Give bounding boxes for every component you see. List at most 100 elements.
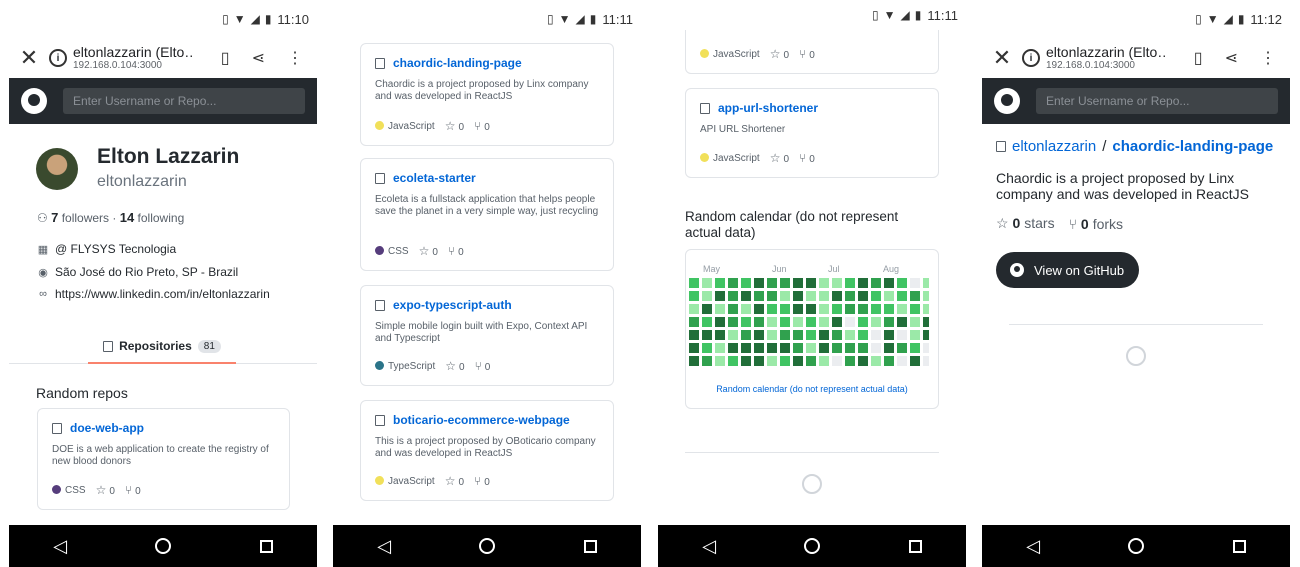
calendar-day-cell <box>897 291 907 301</box>
back-icon[interactable]: ◁ <box>702 536 716 557</box>
calendar-day-cell <box>728 317 738 327</box>
wifi-icon: ▼ <box>558 12 571 26</box>
calendar-day-cell <box>806 317 816 327</box>
breadcrumb-repo[interactable]: chaordic-landing-page <box>1112 138 1273 155</box>
repo-name[interactable]: ecoleta-starter <box>393 171 476 185</box>
recents-icon[interactable] <box>259 539 273 553</box>
repo-meta: CSS ☆ 0 ⑂ 0 <box>375 244 464 258</box>
repo-card[interactable]: doe-web-app DOE is a web application to … <box>37 408 290 510</box>
forks-label: forks <box>1092 215 1124 232</box>
star-count: 0 <box>783 50 790 61</box>
calendar-day-cell <box>780 304 790 314</box>
close-tab-button[interactable]: ✕ <box>982 45 1022 71</box>
github-footer-icon[interactable] <box>1126 346 1146 366</box>
calendar-day-cell <box>741 343 751 353</box>
calendar-day-cell <box>689 291 699 301</box>
bookmark-icon[interactable]: ▯ <box>1194 48 1203 68</box>
repo-language: CSS <box>388 245 409 257</box>
repo-card[interactable]: boticario-ecommerce-webpage This is a pr… <box>360 400 614 501</box>
vibrate-icon: ▯ <box>222 12 229 26</box>
calendar-day-cell <box>884 343 894 353</box>
share-icon[interactable]: ⋖ <box>1225 48 1238 68</box>
repo-card[interactable]: ecoleta-starter Ecoleta is a fullstack a… <box>360 158 614 271</box>
site-info-icon[interactable]: i <box>49 49 67 67</box>
calendar-day-cell <box>754 278 764 288</box>
fork-count: 0 <box>458 247 464 258</box>
more-icon[interactable]: ⋮ <box>1260 48 1276 68</box>
recents-icon[interactable] <box>908 539 922 553</box>
calendar-day-cell <box>923 304 929 314</box>
bookmark-icon[interactable]: ▯ <box>221 48 230 68</box>
calendar-day-cell <box>689 278 699 288</box>
github-logo-icon[interactable] <box>21 88 47 114</box>
calendar-day-cell <box>702 330 712 340</box>
fork-icon: ⑂ <box>1068 215 1081 232</box>
repo-card[interactable]: chaordic-landing-page Chaordic is a proj… <box>360 43 614 146</box>
repo-meta: TypeScript ☆ 0 ⑂ 0 <box>375 359 490 373</box>
calendar-day-cell <box>845 278 855 288</box>
back-icon[interactable]: ◁ <box>1026 536 1040 557</box>
github-footer-icon[interactable] <box>802 474 822 494</box>
more-icon[interactable]: ⋮ <box>287 48 303 68</box>
calendar-day-cell <box>858 304 868 314</box>
view-on-github-label: View on GitHub <box>1034 262 1125 278</box>
breadcrumb-owner[interactable]: eltonlazzarin <box>1012 138 1096 155</box>
calendar-day-cell <box>689 304 699 314</box>
calendar-day-cell <box>780 330 790 340</box>
github-logo-icon[interactable] <box>994 88 1020 114</box>
following-label[interactable]: following <box>138 211 185 225</box>
view-on-github-button[interactable]: View on GitHub <box>996 252 1140 288</box>
people-icon: ⚇ <box>37 211 48 225</box>
star-count: 0 <box>458 122 465 133</box>
star-icon: ☆ <box>996 215 1013 231</box>
share-icon[interactable]: ⋖ <box>252 48 265 68</box>
signal-icon: ◢ <box>575 12 585 26</box>
back-icon[interactable]: ◁ <box>53 536 67 557</box>
address-area[interactable]: eltonlazzarin (Elto… 192.168.0.104:3000 <box>73 45 221 71</box>
tab-repositories[interactable]: Repositories 81 <box>88 330 236 364</box>
repo-name[interactable]: expo-typescript-auth <box>393 298 512 312</box>
status-icons: ▯ ▼ ◢ ▮ <box>222 12 271 26</box>
browser-actions: ▯ ⋖ ⋮ <box>1194 48 1290 68</box>
home-icon[interactable] <box>1128 538 1145 554</box>
status-bar: ▯ ▼ ◢ ▮ 11:11 <box>658 0 966 30</box>
recents-icon[interactable] <box>1232 539 1246 553</box>
repo-desc: Chaordic is a project proposed by Linx c… <box>375 79 589 102</box>
star-count: 0 <box>1012 215 1021 231</box>
calendar-day-cell <box>728 330 738 340</box>
home-icon[interactable] <box>479 538 496 554</box>
browser-actions: ▯ ⋖ ⋮ <box>221 48 317 68</box>
address-area[interactable]: eltonlazzarin (Elto… 192.168.0.104:3000 <box>1046 45 1194 71</box>
repo-desc: Ecoleta is a fullstack application that … <box>375 194 599 217</box>
calendar-day-cell <box>702 278 712 288</box>
repo-name[interactable]: boticario-ecommerce-webpage <box>393 413 570 427</box>
calendar-day-cell <box>897 330 907 340</box>
website-link[interactable]: https://www.linkedin.com/in/eltonlazzari… <box>55 287 270 301</box>
github-logo-icon <box>1010 263 1024 277</box>
calendar-day-cell <box>819 343 829 353</box>
calendar-day-cell <box>793 291 803 301</box>
repo-card[interactable]: expo-typescript-auth Simple mobile login… <box>360 285 614 386</box>
repo-name[interactable]: doe-web-app <box>70 421 144 435</box>
site-info-icon[interactable]: i <box>1022 49 1040 67</box>
repo-name[interactable]: app-url-shortener <box>718 101 818 115</box>
calendar-day-cell <box>923 343 929 353</box>
back-icon[interactable]: ◁ <box>377 536 391 557</box>
avatar <box>36 148 78 190</box>
calendar-day-cell <box>689 356 699 366</box>
close-tab-button[interactable]: ✕ <box>9 45 49 71</box>
search-input[interactable]: Enter Username or Repo... <box>1036 88 1278 114</box>
repo-card[interactable]: app-url-shortener API URL Shortener Java… <box>685 88 939 178</box>
profile-login: eltonlazzarin <box>97 173 187 190</box>
home-icon[interactable] <box>155 538 172 554</box>
repo-name[interactable]: chaordic-landing-page <box>393 56 522 70</box>
language-dot <box>375 120 384 130</box>
recents-icon[interactable] <box>583 539 597 553</box>
repo-desc: API URL Shortener <box>700 124 786 135</box>
search-input[interactable]: Enter Username or Repo... <box>63 88 305 114</box>
home-icon[interactable] <box>804 538 821 554</box>
followers-label[interactable]: followers <box>62 211 109 225</box>
calendar-link[interactable]: Random calendar (do not represent actual… <box>686 384 938 394</box>
repo-language: JavaScript <box>388 475 435 487</box>
calendar-day-cell <box>897 317 907 327</box>
